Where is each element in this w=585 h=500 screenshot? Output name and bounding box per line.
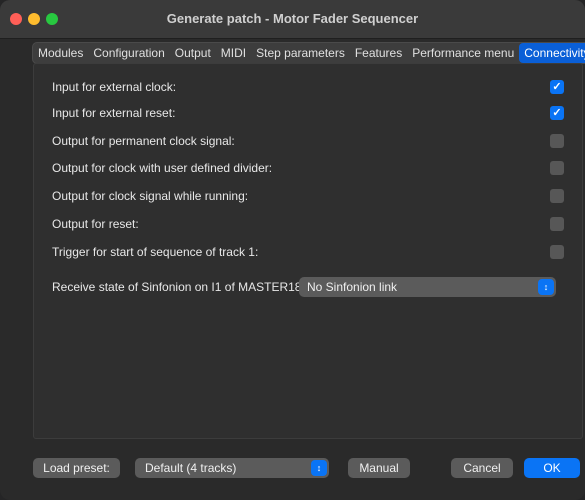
title-bar: Generate patch - Motor Fader Sequencer bbox=[0, 0, 585, 39]
trigger-start-checkbox[interactable] bbox=[550, 245, 564, 259]
preset-select[interactable]: Default (4 tracks) ↕ bbox=[135, 458, 329, 478]
load-preset-button[interactable]: Load preset: bbox=[33, 458, 120, 478]
option-row: Output for clock with user defined divid… bbox=[52, 158, 564, 178]
tab-bar: Modules Configuration Output MIDI Step p… bbox=[32, 42, 585, 64]
clock-running-checkbox[interactable] bbox=[550, 189, 564, 203]
option-row: Output for reset: bbox=[52, 214, 564, 234]
manual-button[interactable]: Manual bbox=[348, 458, 410, 478]
sinfonion-row: Receive state of Sinfonion on I1 of MAST… bbox=[52, 277, 564, 297]
chevron-updown-icon: ↕ bbox=[538, 279, 554, 295]
option-label: Trigger for start of sequence of track 1… bbox=[52, 245, 259, 259]
option-label: Output for clock with user defined divid… bbox=[52, 161, 273, 175]
option-label: Output for clock signal while running: bbox=[52, 189, 249, 203]
window-title: Generate patch - Motor Fader Sequencer bbox=[166, 11, 419, 26]
tab-modules[interactable]: Modules bbox=[33, 43, 88, 63]
dialog-window: Generate patch - Motor Fader Sequencer M… bbox=[0, 0, 585, 500]
tab-configuration[interactable]: Configuration bbox=[88, 43, 169, 63]
option-row: Input for external reset: ✓ bbox=[52, 103, 564, 123]
ok-button[interactable]: OK bbox=[524, 458, 580, 478]
option-row: Input for external clock: ✓ bbox=[52, 77, 564, 97]
tab-connectivity[interactable]: Connectivity bbox=[519, 43, 585, 63]
option-label: Input for external reset: bbox=[52, 106, 176, 120]
chevron-updown-icon: ↕ bbox=[311, 460, 327, 476]
checkmark-icon: ✓ bbox=[552, 81, 562, 93]
permanent-clock-checkbox[interactable] bbox=[550, 134, 564, 148]
sinfonion-select[interactable]: No Sinfonion link ↕ bbox=[299, 277, 556, 297]
cancel-button[interactable]: Cancel bbox=[451, 458, 513, 478]
clock-divider-checkbox[interactable] bbox=[550, 161, 564, 175]
option-row: Output for clock signal while running: bbox=[52, 186, 564, 206]
preset-value: Default (4 tracks) bbox=[145, 461, 237, 475]
external-reset-checkbox[interactable]: ✓ bbox=[550, 106, 564, 120]
checkmark-icon: ✓ bbox=[552, 107, 562, 119]
option-row: Trigger for start of sequence of track 1… bbox=[52, 242, 564, 262]
option-label: Output for permanent clock signal: bbox=[52, 134, 235, 148]
tab-output[interactable]: Output bbox=[170, 43, 216, 63]
tab-performance-menu[interactable]: Performance menu bbox=[407, 43, 519, 63]
sinfonion-label: Receive state of Sinfonion on I1 of MAST… bbox=[52, 280, 305, 294]
connectivity-panel: Input for external clock: ✓ Input for ex… bbox=[33, 63, 583, 439]
tab-features[interactable]: Features bbox=[350, 43, 407, 63]
option-label: Input for external clock: bbox=[52, 80, 177, 94]
option-row: Output for permanent clock signal: bbox=[52, 131, 564, 151]
sinfonion-value: No Sinfonion link bbox=[307, 280, 398, 294]
tab-midi[interactable]: MIDI bbox=[216, 43, 251, 63]
reset-output-checkbox[interactable] bbox=[550, 217, 564, 231]
external-clock-checkbox[interactable]: ✓ bbox=[550, 80, 564, 94]
option-label: Output for reset: bbox=[52, 217, 139, 231]
tab-step-parameters[interactable]: Step parameters bbox=[251, 43, 350, 63]
